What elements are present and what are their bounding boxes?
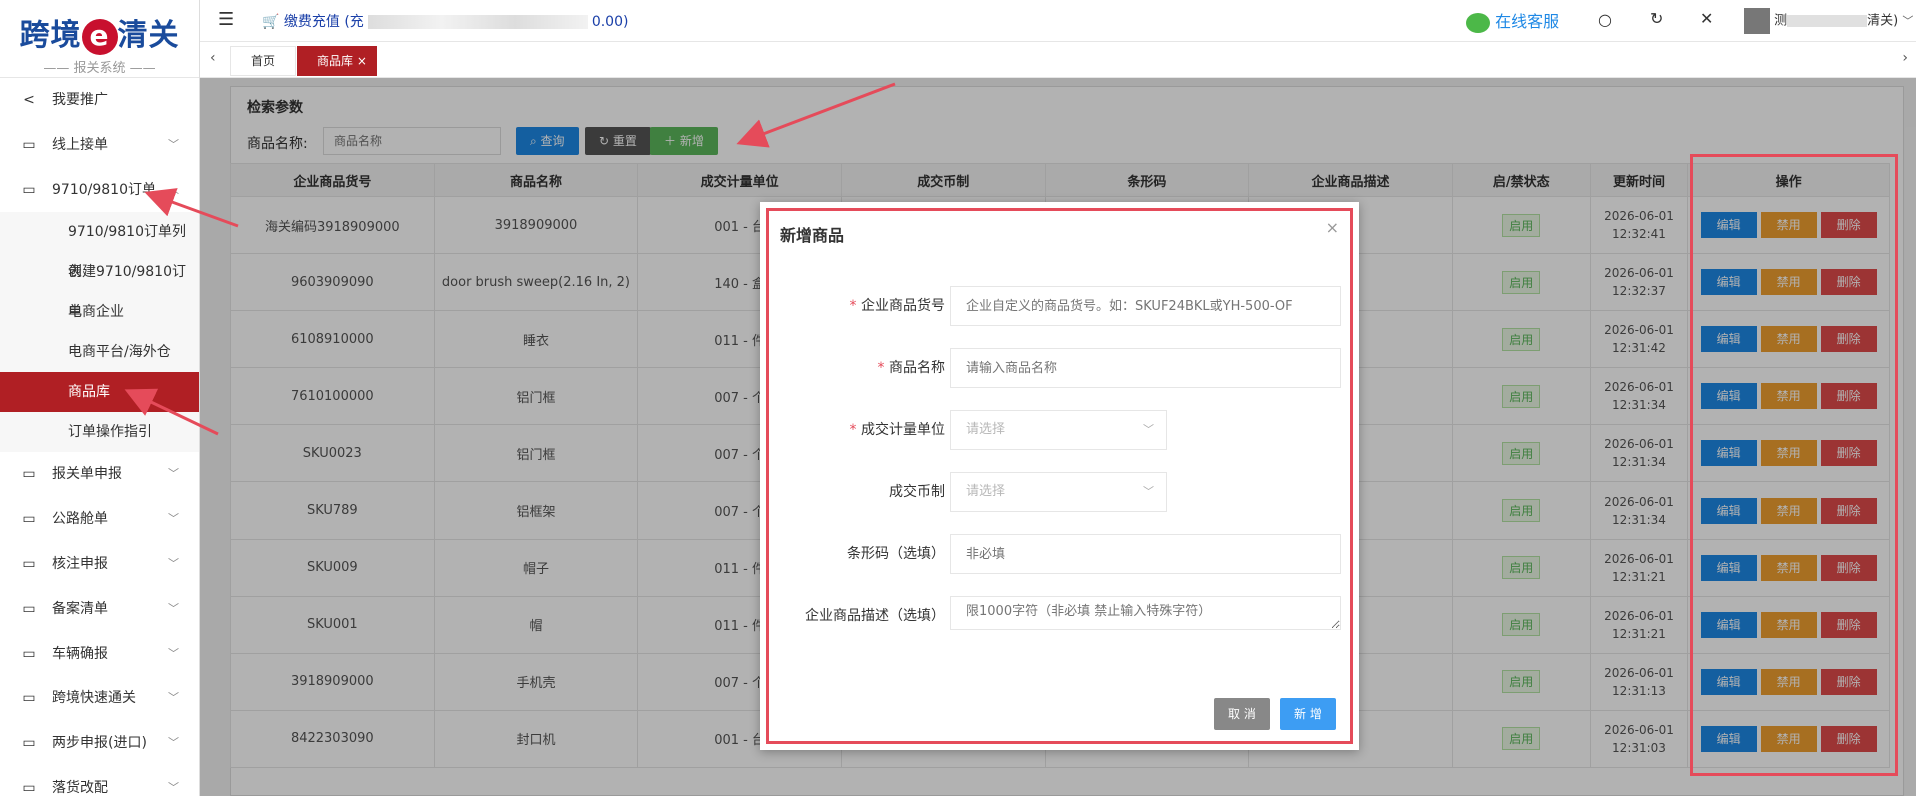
recharge-link[interactable]: 🛒 缴费充值 (充 0.00) [262, 11, 628, 31]
menu-toggle-icon[interactable]: ☰ [218, 9, 234, 30]
fullscreen-icon[interactable]: ✕ [1700, 9, 1713, 28]
search-icon[interactable]: ○ [1598, 10, 1612, 29]
name-label: 商品名称 [889, 360, 945, 376]
description-textarea[interactable] [950, 596, 1341, 630]
annotation-box-operations [1690, 154, 1898, 776]
cancel-button[interactable]: 取 消 [1214, 698, 1270, 730]
logo-text-left: 跨境 [19, 18, 82, 53]
sidebar-item-label: 两步申报(进口) [52, 735, 147, 752]
tab-prev-icon[interactable]: ‹ [210, 50, 216, 66]
barcode-input[interactable] [950, 534, 1341, 574]
folder-icon: ▭ [22, 690, 36, 707]
tab-next-icon[interactable]: › [1902, 50, 1908, 66]
chevron-up-icon: ︿ [168, 182, 179, 196]
blurred-balance [367, 15, 588, 29]
chevron-down-icon: ﹀ [168, 467, 179, 481]
cart-icon: 🛒 [262, 14, 280, 30]
sku-label: 企业商品货号 [861, 298, 945, 314]
folder-icon: ▭ [22, 466, 36, 483]
close-icon[interactable]: × [357, 54, 367, 68]
sidebar-subitem[interactable]: 创建9710/9810订单 [0, 252, 199, 320]
folder-icon: ▭ [22, 555, 36, 572]
sidebar-item[interactable]: < 我要推广 [0, 78, 199, 123]
sidebar-item-label: 备案清单 [52, 600, 108, 617]
chevron-down-icon: ﹀ [168, 646, 179, 660]
sidebar-subitem[interactable]: 订单操作指引 [0, 412, 199, 453]
currency-label: 成交币制 [889, 484, 945, 500]
folder-icon: ▭ [22, 735, 36, 752]
chevron-down-icon: ﹀ [168, 512, 179, 526]
sidebar-item-label: 线上接单 [52, 136, 108, 153]
top-bar: ☰ 🛒 缴费充值 (充 0.00) 在线客服 ○ ↻ ✕ 测清关) ﹀ [200, 0, 1916, 42]
sku-input[interactable] [950, 286, 1341, 326]
name-input[interactable] [950, 348, 1341, 388]
sidebar-item[interactable]: ▭ 跨境快速通关 ﹀ [0, 676, 199, 721]
chevron-down-icon: ﹀ [168, 691, 179, 705]
dialog-title: 新增商品 [780, 226, 845, 245]
chevron-down-icon: ﹀ [168, 601, 179, 615]
add-goods-dialog: 新增商品 × * 企业商品货号 * 商品名称 * 成交计量单位 请选择﹀ 成交币… [760, 202, 1359, 750]
sidebar-item-label: 跨境快速通关 [52, 690, 136, 707]
sidebar-item-label: 车辆确报 [52, 645, 108, 662]
sidebar-item[interactable]: ▭ 两步申报(进口) ﹀ [0, 721, 199, 766]
refresh-icon[interactable]: ↻ [1650, 9, 1663, 28]
unit-label: 成交计量单位 [861, 422, 945, 438]
sidebar-item[interactable]: ▭ 车辆确报 ﹀ [0, 632, 199, 677]
sidebar-item[interactable]: ▭ 线上接单 ﹀ [0, 123, 199, 168]
folder-icon: ▭ [22, 600, 36, 617]
chevron-down-icon: ﹀ [168, 137, 179, 151]
sidebar-item-label: 落货改配 [52, 779, 108, 796]
sidebar-item-label: 核注申报 [52, 555, 108, 572]
tab-home[interactable]: 首页 [230, 46, 297, 76]
avatar [1744, 8, 1770, 34]
folder-icon: ▭ [22, 136, 36, 153]
user-menu[interactable]: 测清关) ﹀ [1744, 8, 1913, 34]
sidebar-subitem[interactable]: 9710/9810订单列表 [0, 212, 199, 280]
sidebar-subitem[interactable]: 商品库 [0, 372, 199, 413]
description-label: 企业商品描述（选填） [805, 608, 945, 624]
chevron-down-icon: ﹀ [1143, 423, 1154, 436]
sidebar-item[interactable]: ▭ 报关单申报 ﹀ [0, 452, 199, 497]
sidebar-item-label: 我要推广 [52, 92, 108, 108]
folder-open-icon: ▭ [22, 181, 36, 198]
sidebar-item-label: 公路舱单 [52, 511, 108, 528]
logo-e-mark: e [81, 18, 118, 55]
folder-icon: ▭ [22, 645, 36, 662]
logo-text-right: 清关 [117, 18, 180, 53]
tab-goods-library[interactable]: 商品库 × [297, 46, 377, 76]
sidebar-item-label: 报关单申报 [52, 466, 122, 483]
tab-bar: ‹ 首页 商品库 × › [200, 42, 1916, 78]
chevron-down-icon: ﹀ [168, 736, 179, 750]
unit-select[interactable]: 请选择 ﹀ [950, 410, 1167, 450]
sidebar-item[interactable]: ▭ 核注申报 ﹀ [0, 542, 199, 587]
chevron-down-icon: ﹀ [1902, 14, 1914, 28]
online-service-link[interactable]: 在线客服 [1466, 8, 1559, 33]
folder-icon: ▭ [22, 511, 36, 528]
folder-icon: ▭ [22, 779, 36, 796]
chevron-down-icon: ﹀ [1143, 485, 1154, 498]
chevron-down-icon: ﹀ [168, 556, 179, 570]
wechat-icon [1466, 12, 1490, 33]
sidebar-subitem[interactable]: 电商企业 [0, 292, 199, 333]
logo: 跨境 e 清关 —— 报关系统 —— [0, 0, 199, 78]
sidebar-item[interactable]: ▭ 备案清单 ﹀ [0, 587, 199, 632]
barcode-label: 条形码（选填） [847, 546, 945, 562]
dialog-close-icon[interactable]: × [1326, 218, 1339, 237]
chevron-down-icon: ﹀ [168, 780, 179, 794]
share-icon: < [23, 92, 35, 108]
sidebar-item-label: 9710/9810订单 [52, 181, 156, 198]
sidebar-subitem[interactable]: 电商平台/海外仓 [0, 332, 199, 373]
submit-button[interactable]: 新 增 [1280, 698, 1336, 730]
sidebar-item[interactable]: ▭ 落货改配 ﹀ [0, 766, 199, 796]
sidebar: 跨境 e 清关 —— 报关系统 —— < 我要推广 ▭ 线上接单 ﹀ ▭ 9710/9810订单… [0, 0, 200, 796]
currency-select[interactable]: 请选择 ﹀ [950, 472, 1167, 512]
logo-subtitle: 报关系统 [73, 60, 126, 76]
sidebar-item[interactable]: ▭ 9710/9810订单 ︿ [0, 168, 199, 213]
sidebar-item[interactable]: ▭ 公路舱单 ﹀ [0, 497, 199, 542]
